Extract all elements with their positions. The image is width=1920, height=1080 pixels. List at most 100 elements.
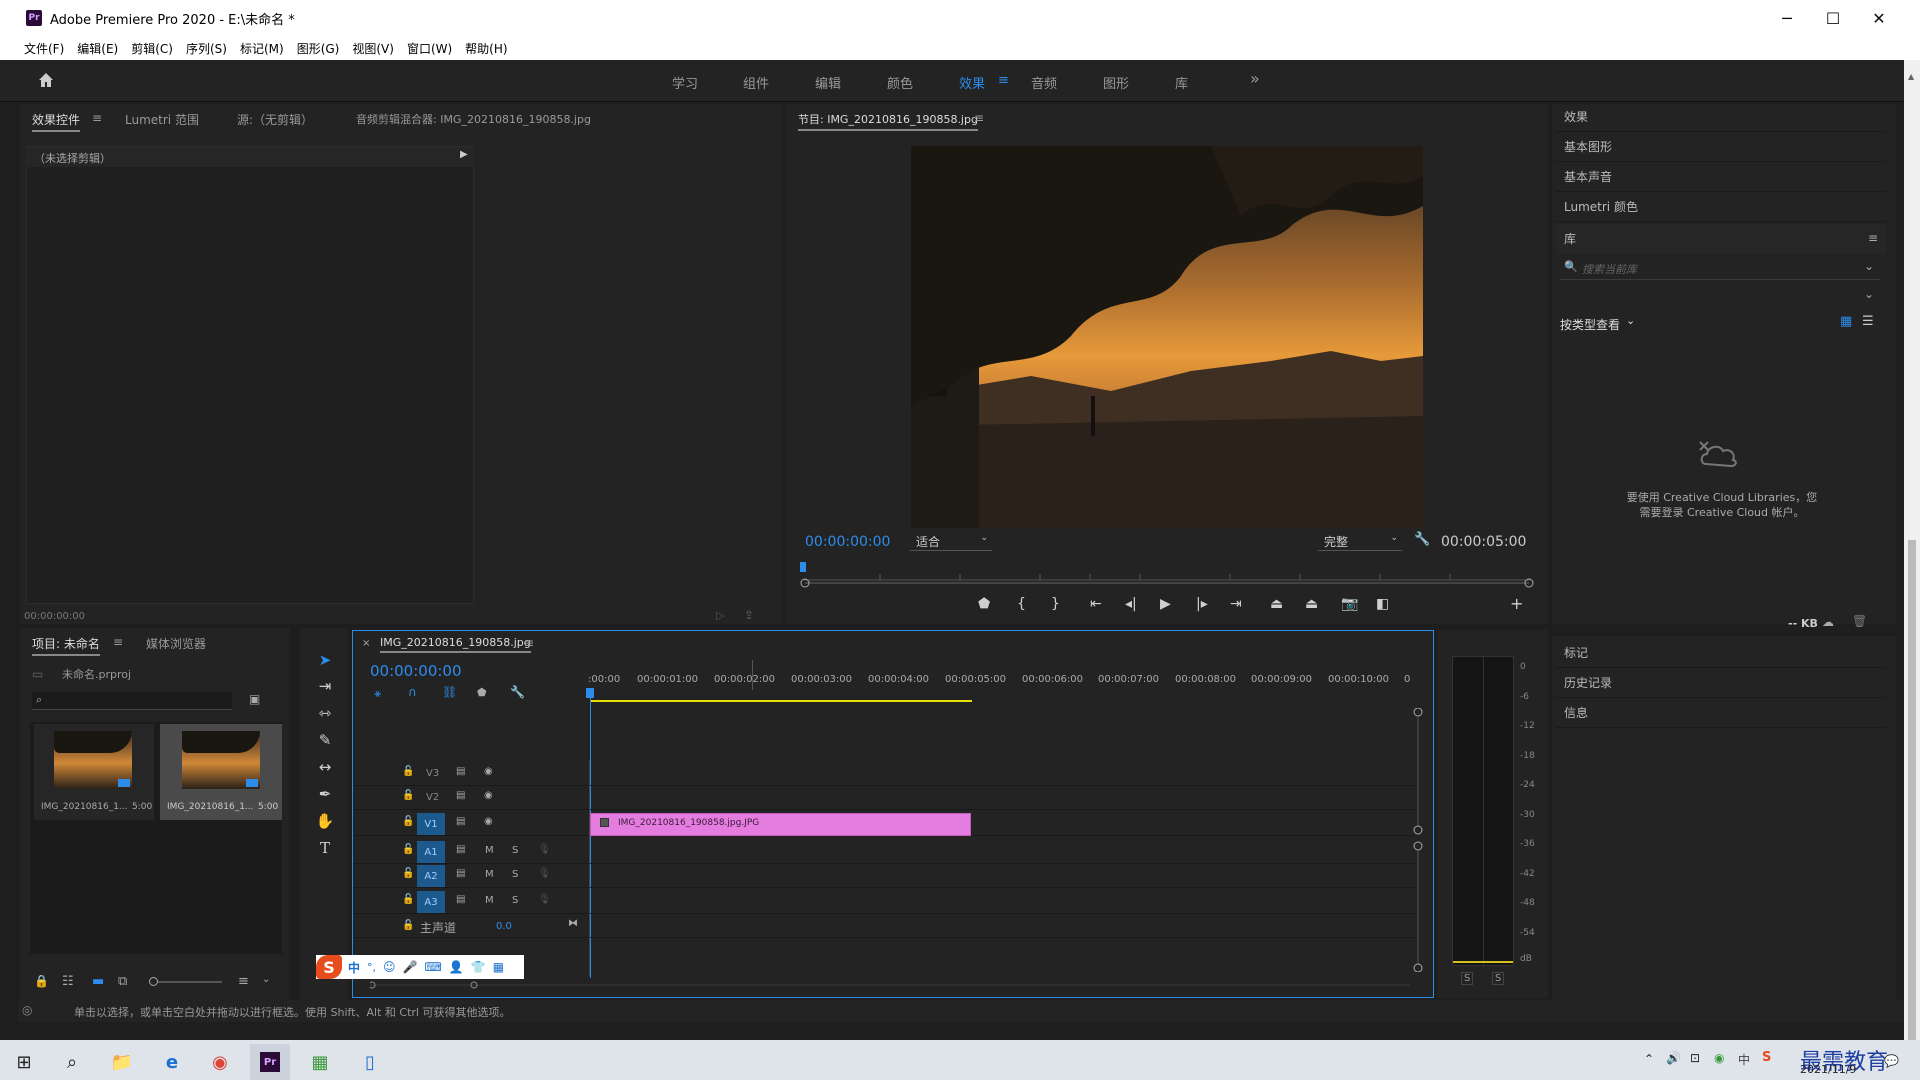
ime-voice-icon[interactable]: 🎤: [403, 960, 418, 974]
zoom-scrollbar[interactable]: [800, 577, 1534, 588]
libraries-header[interactable]: 库: [1556, 224, 1886, 254]
tab-audio-clip-mixer[interactable]: 音频剪辑混合器: IMG_20210816_190858.jpg: [356, 111, 591, 127]
workspace-menu-icon[interactable]: ≡: [998, 73, 1009, 88]
add-marker-icon[interactable]: ⬟: [477, 686, 487, 699]
close-sequence-icon[interactable]: ×: [362, 638, 370, 649]
ime-toolbox-icon[interactable]: ▦: [493, 960, 504, 974]
track-label-v3[interactable]: V3: [426, 768, 439, 779]
fit-dropdown[interactable]: 适合 ⌄: [910, 533, 992, 551]
track-label-a3[interactable]: A3: [417, 891, 445, 913]
linked-selection-icon[interactable]: ⛓: [442, 685, 457, 699]
ime-mode-chinese[interactable]: 中: [348, 959, 360, 976]
tray-app-icon[interactable]: ◉: [1714, 1051, 1724, 1065]
slip-tool-icon[interactable]: ↔: [312, 756, 338, 778]
eye-icon[interactable]: ◉: [484, 816, 493, 827]
list-view-icon[interactable]: ☰: [1862, 314, 1874, 329]
export-frame-icon[interactable]: 📷: [1341, 596, 1358, 612]
wrench-icon[interactable]: 🔧: [510, 685, 525, 699]
chrome-browser-icon[interactable]: ◉: [200, 1044, 240, 1080]
workspace-assembly[interactable]: 组件: [743, 73, 769, 92]
menu-markers[interactable]: 标记(M): [240, 40, 284, 57]
ripple-edit-tool-icon[interactable]: ⇿: [312, 702, 338, 724]
icon-view-icon[interactable]: ▬: [92, 974, 104, 989]
view-by-type-dropdown[interactable]: 按类型查看: [1560, 316, 1620, 333]
tab-media-browser[interactable]: 媒体浏览器: [146, 635, 206, 652]
notification-icon[interactable]: 💬: [1884, 1054, 1899, 1068]
close-button[interactable]: ✕: [1856, 0, 1902, 36]
windows-start-icon[interactable]: ⊞: [4, 1044, 44, 1080]
selection-tool-icon[interactable]: ➤: [312, 649, 338, 671]
button-editor-plus-icon[interactable]: +: [1510, 594, 1523, 613]
playhead-handle-icon[interactable]: [586, 688, 594, 698]
window-scrollbar[interactable]: ▲: [1904, 60, 1920, 1060]
pen-tool-icon[interactable]: ✒: [312, 783, 338, 805]
step-forward-icon[interactable]: |▸: [1196, 596, 1208, 612]
solo-button[interactable]: S: [512, 895, 518, 906]
mic-icon[interactable]: 🎙: [538, 844, 551, 855]
project-menu-icon[interactable]: ≡: [113, 635, 123, 649]
zoom-slider[interactable]: [149, 977, 222, 986]
workspace-color[interactable]: 颜色: [887, 73, 913, 92]
horizontal-zoom-scrollbar[interactable]: [368, 978, 1410, 989]
vertical-zoom-scrollbar[interactable]: [1413, 707, 1423, 973]
edge-browser-icon[interactable]: e: [152, 1044, 192, 1080]
menu-graphics[interactable]: 图形(G): [297, 40, 340, 57]
master-volume-value[interactable]: 0.0: [496, 921, 512, 932]
network-icon[interactable]: ⊡: [1690, 1051, 1700, 1065]
home-icon[interactable]: [36, 70, 56, 90]
effects-panel-item[interactable]: 效果: [1556, 102, 1886, 132]
cloud-sync-icon[interactable]: ☁: [1822, 615, 1834, 629]
tab-lumetri-scopes[interactable]: Lumetri 范围: [125, 111, 199, 128]
track-label-v1[interactable]: V1: [417, 813, 445, 835]
workspace-effects[interactable]: 效果: [959, 73, 985, 92]
export-icon[interactable]: ⇪: [744, 608, 754, 622]
extract-icon[interactable]: ⏏: [1305, 596, 1318, 612]
essential-graphics-item[interactable]: 基本图形: [1556, 132, 1886, 162]
scroll-thumb[interactable]: [1908, 540, 1916, 1060]
chevron-down-icon[interactable]: ⌄: [1864, 287, 1874, 301]
expand-arrow-icon[interactable]: ▶: [460, 149, 468, 160]
store-app-icon[interactable]: ▦: [300, 1044, 340, 1080]
chevron-down-icon[interactable]: ⌄: [262, 974, 270, 985]
project-search-input[interactable]: ⌕: [32, 692, 232, 710]
sogou-logo-icon[interactable]: S: [316, 955, 342, 979]
tab-project[interactable]: 项目: 未命名: [32, 635, 100, 656]
lift-icon[interactable]: ⏏: [1270, 596, 1283, 612]
menu-view[interactable]: 视图(V): [352, 40, 394, 57]
workspace-editing[interactable]: 编辑: [815, 73, 841, 92]
sync-lock-icon[interactable]: ▤: [456, 790, 465, 801]
chevron-down-icon[interactable]: ⌄: [1864, 259, 1874, 273]
filter-icon[interactable]: ▷: [716, 609, 724, 622]
project-item[interactable]: IMG_20210816_1... 5:00: [34, 724, 154, 820]
menu-sequence[interactable]: 序列(S): [186, 40, 227, 57]
trash-icon[interactable]: 🗑: [1852, 614, 1867, 628]
sync-lock-icon[interactable]: ▤: [456, 894, 465, 905]
markers-item[interactable]: 标记: [1556, 638, 1886, 668]
video-clip[interactable]: IMG_20210816_190858.jpg.JPG: [590, 813, 971, 836]
more-workspaces-icon[interactable]: »: [1250, 69, 1260, 88]
program-menu-icon[interactable]: ≡: [974, 111, 984, 125]
tablet-app-icon[interactable]: ▯: [350, 1044, 390, 1080]
lumetri-color-item[interactable]: Lumetri 颜色: [1556, 192, 1886, 222]
program-monitor-title[interactable]: 节目: IMG_20210816_190858.jpg: [798, 111, 978, 131]
timeline-ruler[interactable]: :00:00 00:00:01:00 00:00:02:00 00:00:03:…: [588, 674, 1418, 688]
ime-keyboard-icon[interactable]: ⌨: [424, 960, 441, 974]
type-tool-icon[interactable]: T: [312, 837, 338, 859]
lock-icon[interactable]: 🔒: [34, 974, 49, 988]
sequence-tab[interactable]: IMG_20210816_190858.jpg: [380, 636, 531, 653]
lock-icon[interactable]: 🔓: [402, 816, 414, 827]
go-to-out-icon[interactable]: ⇥: [1230, 596, 1242, 612]
workspace-libraries[interactable]: 库: [1175, 73, 1188, 92]
history-item[interactable]: 历史记录: [1556, 668, 1886, 698]
input-method-label[interactable]: 中: [1738, 1051, 1750, 1068]
razor-tool-icon[interactable]: ✎: [312, 729, 338, 751]
grid-view-icon[interactable]: ▦: [1840, 314, 1852, 329]
search-icon[interactable]: ⌕: [52, 1044, 92, 1080]
workspace-graphics[interactable]: 图形: [1103, 73, 1129, 92]
track-label-a1[interactable]: A1: [417, 841, 445, 863]
tab-effect-controls[interactable]: 效果控件: [32, 111, 81, 132]
go-to-in-icon[interactable]: ⇤: [1090, 596, 1102, 612]
mic-icon[interactable]: 🎙: [538, 868, 551, 879]
menu-clip[interactable]: 剪辑(C): [131, 40, 173, 57]
mute-button[interactable]: M: [485, 845, 494, 856]
